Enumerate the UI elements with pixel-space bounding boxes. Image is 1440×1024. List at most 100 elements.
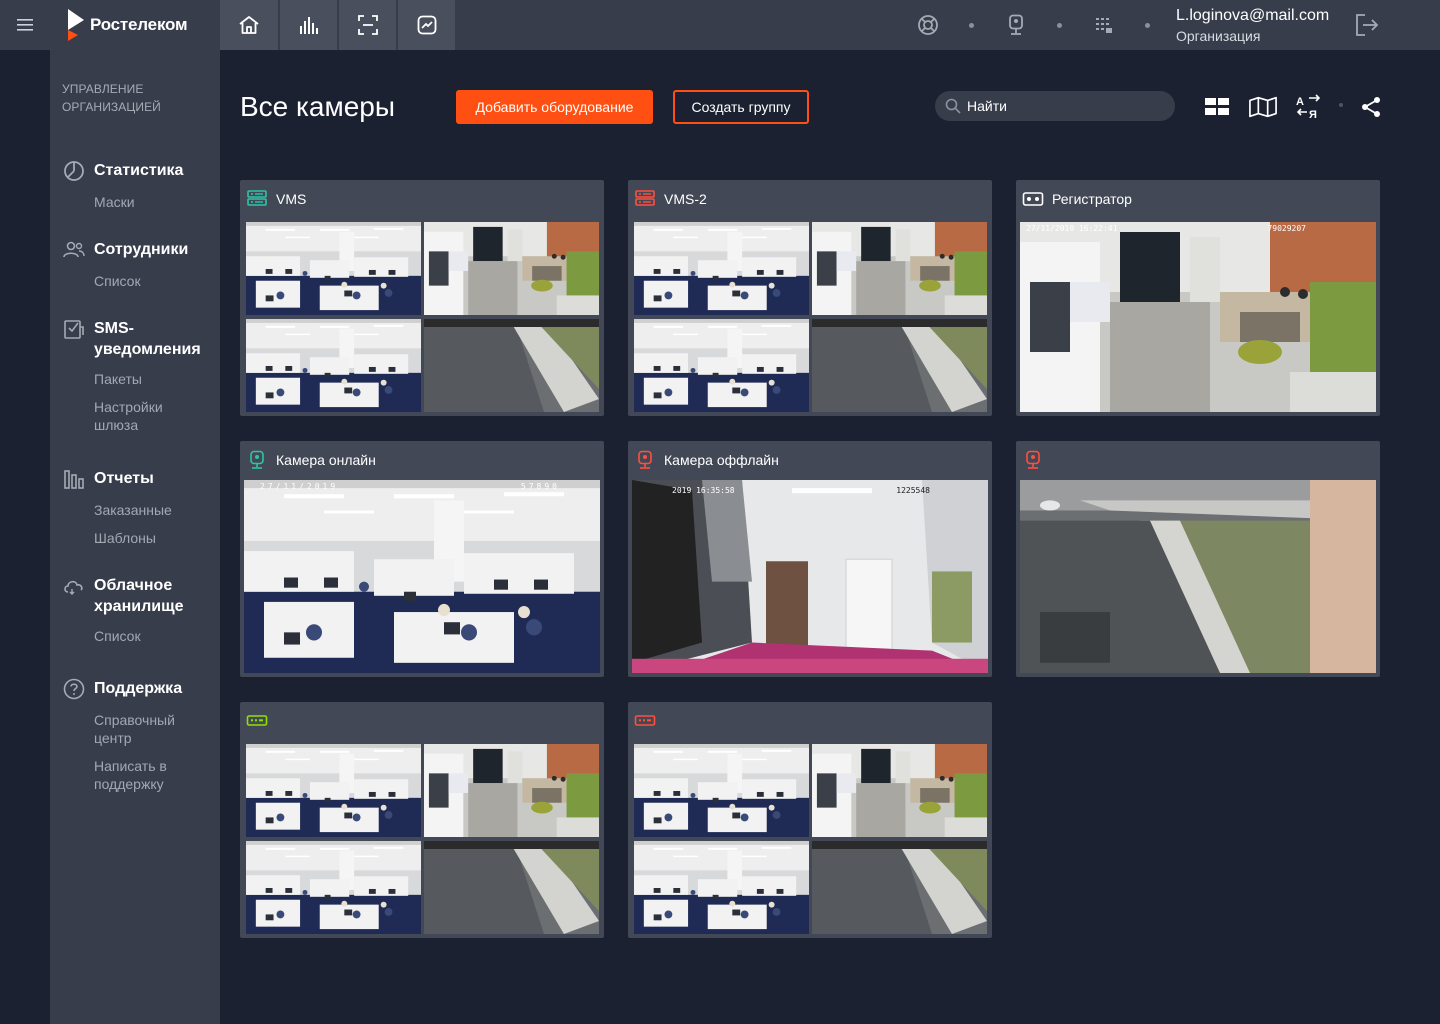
logout-button[interactable] [1354,13,1380,37]
timestamp-overlay: 27/11/2019 [260,482,339,491]
camera-preview [246,222,421,315]
sidebar-item-label: Поддержка [94,680,183,697]
tab-statistics[interactable] [279,0,337,50]
sidebar-item-label: SMS-уведомления [94,320,201,358]
sidebar-subitem-gateway-settings[interactable]: Настройки шлюза [94,398,184,434]
sidebar-item-sms[interactable]: SMS-уведомления [62,318,212,360]
sort-button[interactable]: АЯ [1295,93,1323,121]
help-icon [62,677,86,701]
map-view-button[interactable] [1249,93,1277,121]
device-tile[interactable] [1016,441,1380,677]
bar-chart-icon [299,17,318,34]
sidebar-subitem-help-center[interactable]: Справочный центр [94,711,184,747]
search-icon [945,98,961,114]
brand-name: Ростелеком [90,15,188,34]
hamburger-icon [17,19,33,31]
camera-preview [812,744,987,837]
create-group-button[interactable]: Создать группу [673,90,809,124]
camera-preview[interactable]: 27/11/2019 57890 [244,480,600,673]
cameras-button[interactable] [1004,13,1028,37]
sidebar-item-statistics[interactable]: Статистика [62,160,212,183]
sidebar-item-employees[interactable]: Сотрудники [62,239,212,262]
sidebar-subitem-ordered[interactable]: Заказанные [94,501,212,519]
menu-toggle-button[interactable] [0,0,50,50]
tile-title: VMS-2 [664,191,707,207]
timestamp-overlay: 2019 16:35:58 [672,486,735,495]
camera-preview[interactable] [1020,480,1376,673]
camera-preview[interactable]: 27/11/2019 16:22:41 79029207 [1020,222,1376,412]
sidebar-subitem-list[interactable]: Список [94,627,212,645]
tile-title: Камера онлайн [276,452,376,468]
nvr-icon [246,711,268,731]
camera-preview [634,744,809,837]
tab-analytics[interactable] [397,0,455,50]
sidebar-subitem-masks[interactable]: Маски [94,193,212,211]
camera-preview [812,841,987,934]
user-email: L.loginova@mail.com [1176,7,1330,24]
camera-preview [634,222,809,315]
camera-grid-preview[interactable] [632,222,988,412]
sidebar-group-reports: Отчеты Заказанные Шаблоны [62,468,212,547]
page-title: Все камеры [240,91,395,122]
support-button[interactable] [916,13,940,37]
sidebar-subitem-templates[interactable]: Шаблоны [94,529,212,547]
user-info[interactable]: L.loginova@mail.com Организация [1176,6,1329,46]
camera-preview [246,744,421,837]
device-tile[interactable]: Камера онлайн 27/11/2019 57890 [240,441,604,677]
svg-text:Я: Я [1309,109,1317,120]
add-equipment-button[interactable]: Добавить оборудование [456,90,653,124]
camera-grid-preview[interactable] [632,744,988,934]
lifebuoy-icon [918,15,938,35]
nvr-icon [634,711,656,731]
grid-view-icon [1205,98,1229,115]
camera-preview [812,222,987,315]
search-input[interactable] [967,98,1157,114]
tab-scan[interactable] [338,0,396,50]
share-icon [1362,97,1380,117]
sidebar-subitem-contact-support[interactable]: Написать в поддержку [94,757,184,793]
top-bar: Ростелеком L.loginova@mail.com Организац… [0,0,1440,50]
sidebar-item-support[interactable]: Поддержка [62,678,212,701]
map-view-icon [1249,96,1277,118]
device-tile[interactable]: Регистратор 27/11/2019 16:22:41 79029207 [1016,180,1380,416]
device-tile[interactable]: VMS [240,180,604,416]
separator-dot [1145,23,1150,28]
separator-dot [1339,103,1343,107]
camera-preview [634,841,809,934]
sidebar-section-title: Управление организацией [62,82,161,114]
tab-home[interactable] [220,0,278,50]
camera-grid-preview[interactable] [244,222,600,412]
tile-title: Регистратор [1052,191,1132,207]
logout-icon [1356,14,1379,36]
cloud-icon [62,574,86,598]
server-icon [246,189,268,209]
camera-preview [424,319,599,412]
rostelecom-logo-icon [68,9,84,41]
sms-icon [62,317,86,341]
grid-view-button[interactable] [1203,93,1231,121]
camera-preview[interactable]: 2019 16:35:58 1225548 [632,480,988,673]
svg-text:А: А [1296,96,1304,108]
camera-preview [424,222,599,315]
brand-logo[interactable]: Ростелеком [50,0,220,50]
camera-id-overlay: 1225548 [896,486,930,495]
camera-icon [1022,450,1044,470]
sidebar-item-label: Статистика [94,162,184,179]
camera-preview [634,319,809,412]
camera-preview [246,841,421,934]
sidebar-item-reports[interactable]: Отчеты [62,468,212,491]
organization-button[interactable] [1092,13,1116,37]
camera-icon [634,450,656,470]
sidebar-subitem-packages[interactable]: Пакеты [94,370,212,388]
sidebar-item-cloud[interactable]: Облачное хранилище [62,575,212,617]
device-tile[interactable]: Камера оффлайн 2019 16:35:58 1225548 [628,441,992,677]
sidebar-subitem-list[interactable]: Список [94,272,212,290]
camera-grid-preview[interactable] [244,744,600,934]
device-tile[interactable] [628,702,992,938]
search-box[interactable] [935,91,1175,121]
scan-icon [357,15,378,35]
share-button[interactable] [1357,93,1385,121]
sidebar-group-sms: SMS-уведомления Пакеты Настройки шлюза [62,318,212,434]
device-tile[interactable] [240,702,604,938]
device-tile[interactable]: VMS-2 [628,180,992,416]
